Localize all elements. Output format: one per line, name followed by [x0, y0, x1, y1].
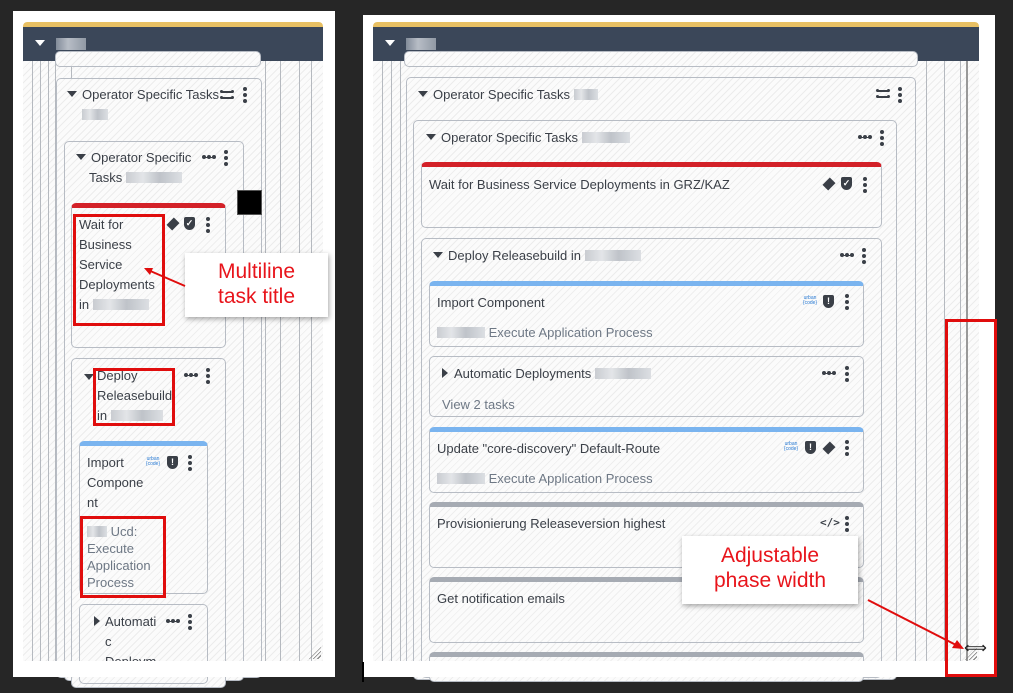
more-options-icon[interactable]: [845, 440, 849, 456]
more-options-icon[interactable]: [845, 366, 849, 382]
phase-name-redacted: [56, 38, 86, 50]
group-title[interactable]: Automatic Deployments: [442, 364, 651, 384]
parallel-icon[interactable]: [220, 90, 234, 100]
collapse-caret-icon[interactable]: [433, 252, 443, 258]
more-options-icon[interactable]: [243, 87, 247, 103]
more-options-icon[interactable]: [206, 368, 210, 384]
bottom-mask: [13, 661, 335, 677]
more-options-icon[interactable]: [206, 217, 210, 233]
highlight-subtitle: [80, 516, 166, 598]
group-title[interactable]: Operator Specific: [76, 148, 191, 168]
prev-group-edge: [404, 51, 918, 67]
task-title: Get notification emails: [437, 591, 565, 606]
bottom-mask: [363, 661, 995, 677]
highlight-deploy-title: [93, 368, 175, 426]
task-subtitle: Execute Application Process: [437, 470, 653, 487]
sequential-icon[interactable]: [858, 134, 872, 140]
prev-group-edge: [55, 51, 261, 67]
window-edge: [362, 662, 364, 682]
view-tasks-link[interactable]: View 2 tasks: [442, 396, 515, 413]
sequential-icon[interactable]: [184, 372, 198, 378]
collapse-caret-icon[interactable]: [35, 40, 45, 46]
annotation-arrow: [144, 268, 186, 287]
more-options-icon[interactable]: [188, 455, 192, 471]
task-subtitle: Execute Application Process: [437, 324, 653, 341]
collapse-caret-icon[interactable]: [76, 154, 86, 160]
more-options-icon[interactable]: [880, 130, 884, 146]
task-card-wait[interactable]: [421, 162, 882, 228]
redacted-text: [82, 109, 108, 120]
approval-shield-icon: !: [167, 456, 178, 469]
approval-shield-icon: !: [805, 441, 816, 454]
callout-adjustable: Adjustable phase width: [682, 536, 858, 604]
sequential-icon[interactable]: [202, 154, 216, 160]
script-code-icon: </>: [820, 516, 840, 529]
more-options-icon[interactable]: [863, 177, 867, 193]
group-title[interactable]: Operator Specific Tasks: [426, 128, 630, 148]
more-options-icon[interactable]: [845, 516, 849, 532]
approval-shield-icon: ✓: [184, 217, 195, 230]
phase-name-redacted: [406, 38, 436, 50]
task-title: Import Component: [437, 295, 545, 310]
expand-caret-icon[interactable]: [94, 616, 100, 626]
more-options-icon[interactable]: [224, 150, 228, 166]
urbancode-icon: urban {code}: [145, 456, 161, 467]
collapse-caret-icon[interactable]: [385, 40, 395, 46]
approval-shield-icon: ✓: [841, 177, 852, 190]
urbancode-icon: urban {code}: [783, 441, 799, 452]
collapse-caret-icon[interactable]: [426, 134, 436, 140]
collapse-caret-icon[interactable]: [67, 91, 77, 97]
sequential-icon[interactable]: [822, 370, 836, 376]
callout-multiline: Multiline task title: [185, 253, 328, 317]
black-square: [237, 190, 262, 215]
group-title[interactable]: Operator Specific Tasks: [418, 85, 598, 105]
task-title: Update "core-discovery" Default-Route: [437, 441, 661, 456]
more-options-icon[interactable]: [188, 614, 192, 630]
task-title: Wait for Business Service Deployments in…: [429, 177, 730, 192]
more-options-icon[interactable]: [898, 87, 902, 103]
group-title[interactable]: Deploy Releasebuild in: [433, 246, 641, 266]
collapse-caret-icon[interactable]: [418, 91, 428, 97]
parallel-icon[interactable]: [876, 89, 890, 99]
sequential-icon[interactable]: [166, 618, 180, 624]
more-options-icon[interactable]: [862, 248, 866, 264]
urbancode-icon: urban {code}: [802, 295, 818, 306]
task-title: Provisionierung Releaseversion highest: [437, 516, 666, 531]
approval-shield-icon: !: [823, 295, 834, 308]
sequential-icon[interactable]: [840, 252, 854, 258]
group-title-line2: Tasks: [89, 168, 182, 188]
more-options-icon[interactable]: [845, 294, 849, 310]
annotation-arrow: [867, 599, 964, 649]
expand-caret-icon[interactable]: [442, 368, 448, 378]
task-title: Import Compone nt: [87, 455, 144, 510]
group-title[interactable]: Operator Specific Tasks: [67, 85, 219, 105]
